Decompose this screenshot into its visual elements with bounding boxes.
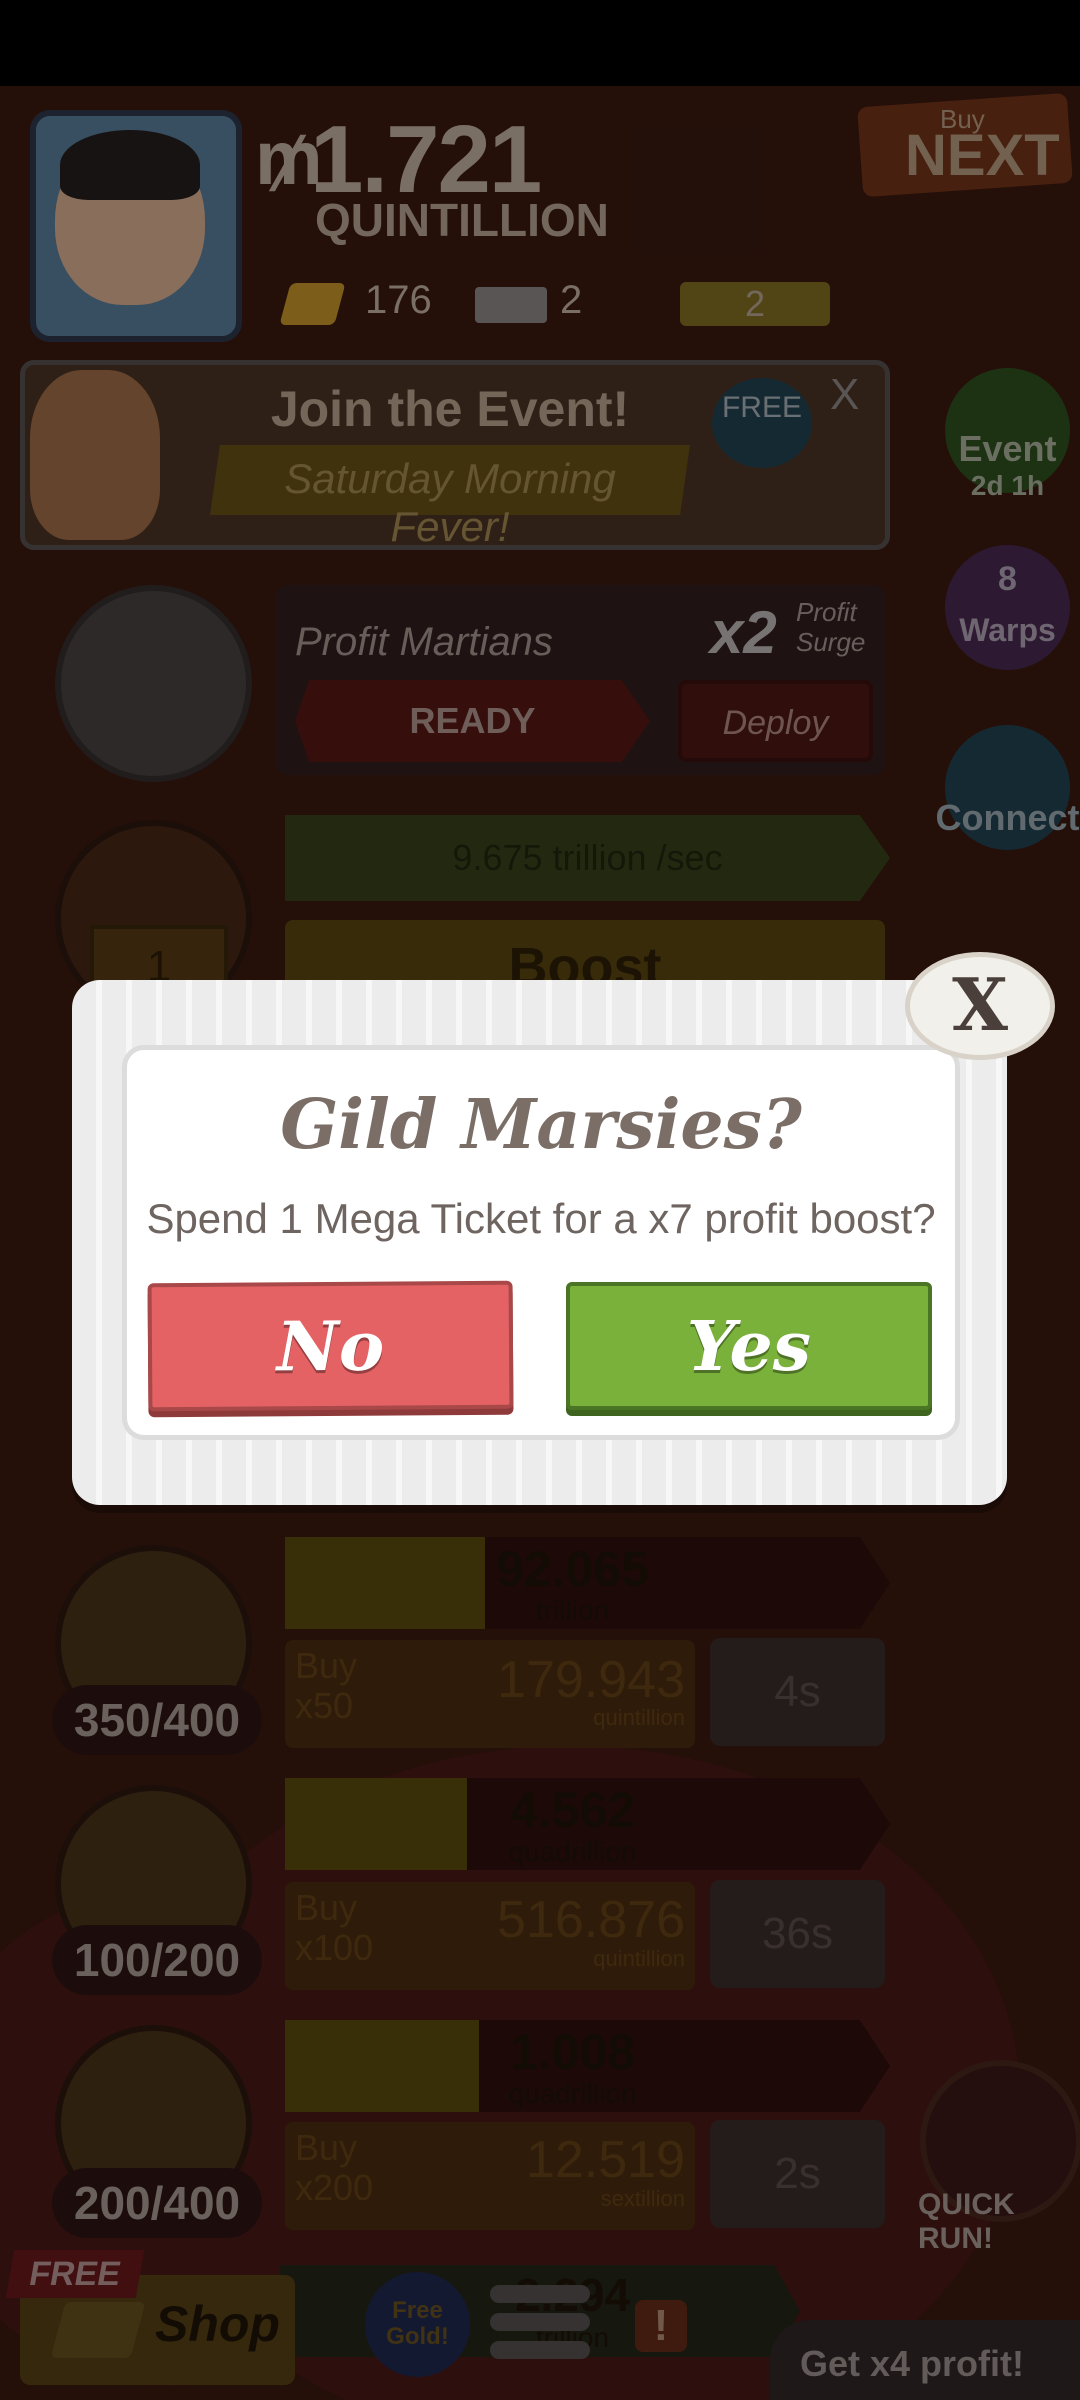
close-icon[interactable]: X (905, 952, 1055, 1060)
dialog-message: Spend 1 Mega Ticket for a x7 profit boos… (146, 1195, 936, 1242)
status-bar (0, 0, 1080, 86)
no-button-label: No (276, 1306, 385, 1388)
no-button[interactable]: No (147, 1280, 514, 1412)
yes-button-label: Yes (686, 1307, 812, 1387)
dialog-title: Gild Marsies? (280, 1085, 802, 1165)
yes-button[interactable]: Yes (566, 1282, 932, 1410)
